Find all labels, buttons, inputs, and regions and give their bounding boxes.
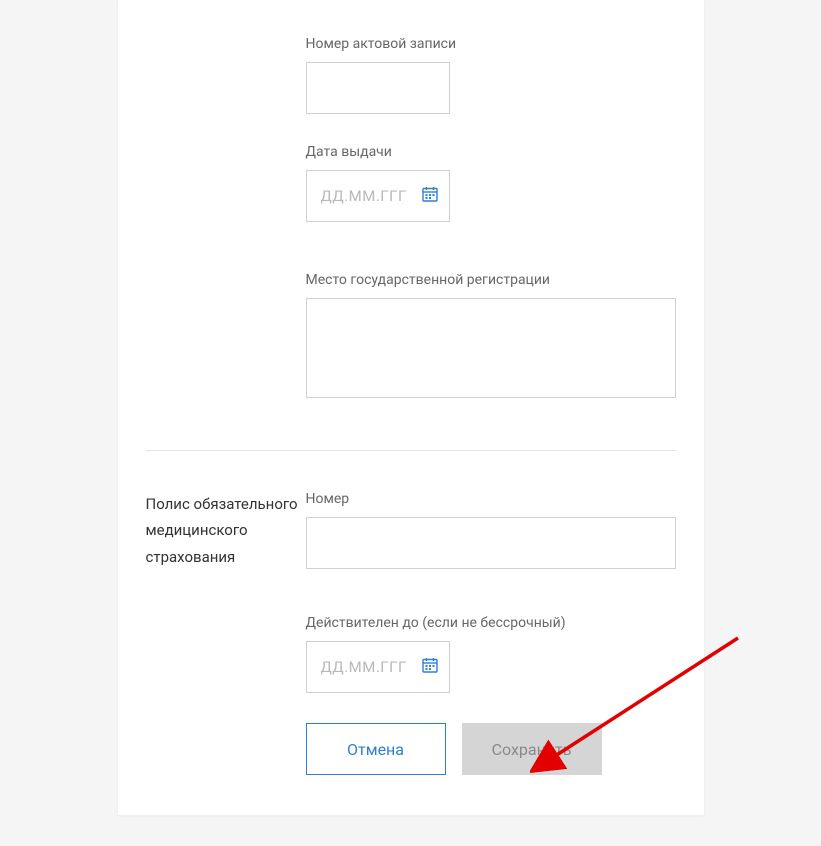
valid-until-input[interactable]	[306, 641, 450, 693]
registration-place-label: Место государственной регистрации	[306, 272, 676, 288]
insurance-number-label: Номер	[306, 491, 676, 507]
insurance-section-title: Полис обязательного медицинского страхов…	[146, 491, 306, 570]
insurance-number-input[interactable]	[306, 517, 676, 569]
issue-date-input[interactable]	[306, 170, 450, 222]
save-button[interactable]: Сохранить	[462, 723, 602, 775]
cancel-button[interactable]: Отмена	[306, 723, 446, 775]
record-number-label: Номер актовой записи	[306, 36, 676, 52]
record-number-input[interactable]	[306, 62, 450, 114]
valid-until-label: Действителен до (если не бессрочный)	[306, 615, 676, 631]
form-card: Номер актовой записи Дата выдачи	[118, 0, 704, 815]
registration-place-input[interactable]	[306, 298, 676, 398]
section-divider	[146, 450, 676, 451]
issue-date-label: Дата выдачи	[306, 144, 676, 160]
